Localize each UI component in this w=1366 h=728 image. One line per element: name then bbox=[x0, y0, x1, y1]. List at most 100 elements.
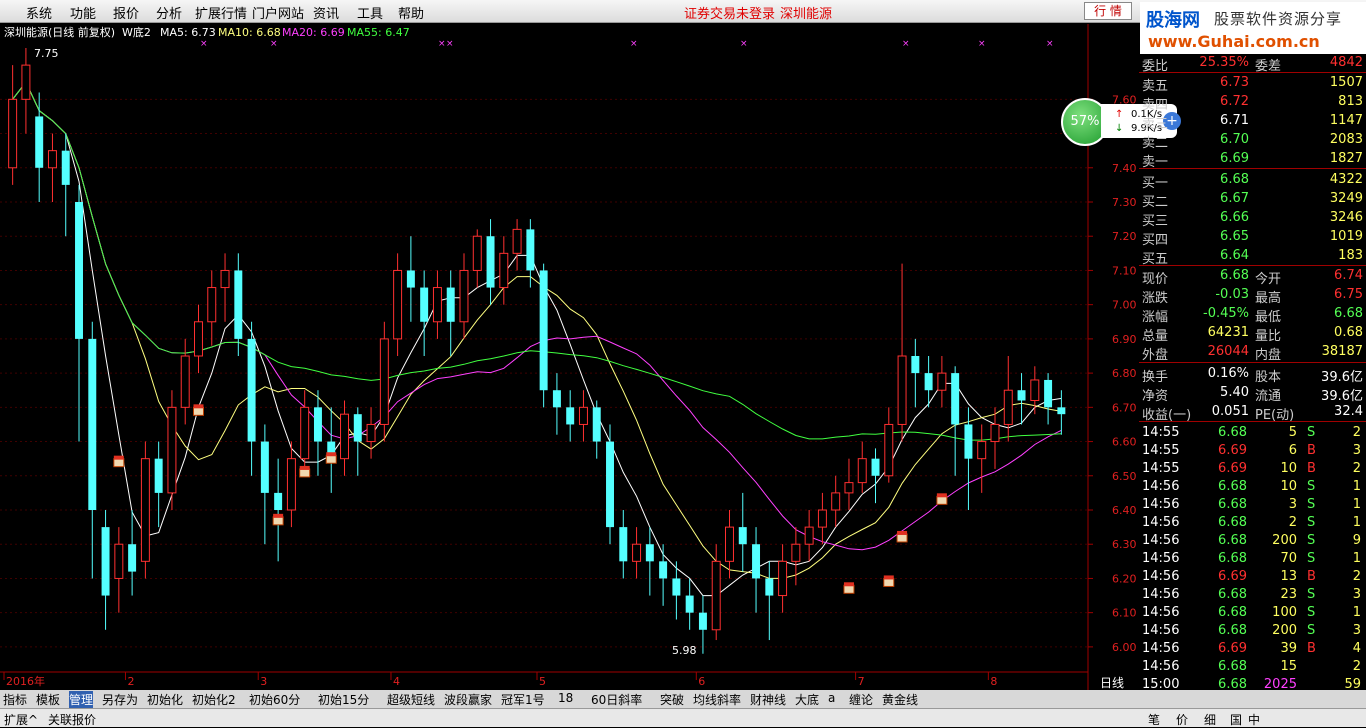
candle-body bbox=[738, 527, 747, 545]
signal-x-icon: × bbox=[902, 39, 910, 49]
candle-body bbox=[578, 406, 588, 425]
y-tick-label: 6.80 bbox=[1112, 367, 1137, 380]
candle-body bbox=[804, 526, 814, 545]
menu-analysis[interactable]: 分析 bbox=[156, 3, 182, 22]
tick-row: 14:56 6.68 100 S 1 bbox=[1139, 604, 1366, 622]
indicator-tab[interactable]: 初始60分 bbox=[249, 691, 300, 708]
status-price-tab[interactable]: 价 bbox=[1176, 711, 1188, 728]
panel-cell: 6.66 bbox=[1220, 210, 1249, 225]
indicator-tab[interactable]: 管理 bbox=[69, 691, 94, 708]
menu-extended[interactable]: 扩展行情 bbox=[195, 3, 247, 22]
indicator-tab[interactable]: 缠论 bbox=[849, 691, 873, 708]
menu-tools[interactable]: 工具 bbox=[357, 3, 383, 22]
panel-cell: 卖二 bbox=[1142, 136, 1169, 151]
signal-marker-icon bbox=[272, 516, 284, 526]
indicator-tab[interactable]: 波段赢家 bbox=[444, 691, 492, 708]
signal-x-icon: × bbox=[1046, 39, 1054, 49]
y-tick-label: 7.20 bbox=[1112, 230, 1137, 243]
panel-cell: S bbox=[1307, 623, 1316, 638]
status-detail-tab[interactable]: 细 bbox=[1204, 711, 1216, 728]
sell-level-row: 卖三 6.71 1147 bbox=[1139, 112, 1366, 132]
linked-quote-button[interactable]: 关联报价 bbox=[48, 711, 96, 728]
expand-toggle[interactable]: 扩展^ bbox=[4, 711, 38, 728]
panel-cell: 2 bbox=[1288, 515, 1297, 530]
panel-cell: 5 bbox=[1288, 425, 1297, 440]
panel-cell: 3 bbox=[1352, 623, 1361, 638]
x-tick-label: 7 bbox=[858, 675, 865, 688]
indicator-tab[interactable]: 均线斜率 bbox=[693, 691, 741, 708]
menu-quote[interactable]: 报价 bbox=[113, 3, 139, 22]
indicator-tab[interactable]: 财神线 bbox=[750, 691, 786, 708]
indicator-tab[interactable]: 初始化2 bbox=[192, 691, 236, 708]
panel-cell: 6.71 bbox=[1220, 113, 1249, 128]
y-tick-label: 6.40 bbox=[1112, 504, 1137, 517]
fundamental-row: 净资 5.40 流通 39.6亿 bbox=[1139, 384, 1366, 404]
panel-cell: 3 bbox=[1288, 497, 1297, 512]
indicator-tab[interactable]: 模板 bbox=[36, 691, 60, 708]
candle-body bbox=[1044, 379, 1053, 408]
panel-cell: 1507 bbox=[1329, 75, 1363, 90]
panel-cell: 14:56 bbox=[1142, 497, 1180, 512]
panel-cell: B bbox=[1307, 461, 1316, 476]
signal-x-icon: × bbox=[630, 39, 638, 49]
candle-body bbox=[645, 544, 654, 562]
indicator-tab[interactable]: 另存为 bbox=[102, 691, 138, 708]
status-bar: 扩展^ 关联报价 笔 价 细 国 中 bbox=[0, 708, 1366, 727]
menu-news[interactable]: 资讯 bbox=[313, 3, 339, 22]
indicator-tab[interactable]: 冠军1号 bbox=[501, 691, 545, 708]
indicator-tab[interactable]: 18 bbox=[558, 691, 573, 705]
time-axis: 2016年 2 3 4 5 6 7 8 bbox=[0, 671, 1088, 688]
signal-marker-icon bbox=[113, 458, 125, 468]
candle-body bbox=[353, 414, 362, 442]
signal-markers: × × × × × × × × × bbox=[113, 39, 1054, 594]
panel-cell: 6.68 bbox=[1218, 497, 1247, 512]
logo-url: www.Guhai.com.cn bbox=[1148, 32, 1320, 51]
signal-marker-roof bbox=[326, 452, 337, 457]
logo-name: 股海网 bbox=[1146, 10, 1200, 31]
candle-body bbox=[990, 423, 1000, 443]
period-label[interactable]: 日线 bbox=[1100, 676, 1124, 690]
signal-marker-icon bbox=[936, 495, 948, 505]
indicator-tab[interactable]: 突破 bbox=[660, 691, 684, 708]
logo-slogan: 股票软件资源分享 bbox=[1214, 10, 1343, 28]
panel-cell: 6.68 bbox=[1218, 479, 1247, 494]
indicator-tab[interactable]: 黄金线 bbox=[882, 691, 918, 708]
candle-body bbox=[472, 235, 482, 271]
y-tick-label: 6.90 bbox=[1112, 333, 1137, 346]
indicator-tab[interactable]: 初始15分 bbox=[318, 691, 369, 708]
menu-help[interactable]: 帮助 bbox=[398, 3, 424, 22]
signal-x-icon: × bbox=[446, 39, 454, 49]
stat-row: 涨跌 -0.03 最高 6.75 bbox=[1139, 286, 1366, 306]
indicator-tab[interactable]: a bbox=[828, 691, 835, 705]
candle-body bbox=[884, 423, 894, 477]
buy-level-row: 买一 6.68 4322 bbox=[1139, 171, 1366, 191]
signal-marker-icon bbox=[192, 406, 204, 416]
fundamental-row: 收益(一) 0.051 PE(动) 32.4 bbox=[1139, 403, 1366, 423]
panel-cell: 14:56 bbox=[1142, 533, 1180, 548]
panel-cell: 1 bbox=[1352, 605, 1361, 620]
indicator-tab[interactable]: 初始化 bbox=[147, 691, 183, 708]
panel-cell: 0.051 bbox=[1211, 404, 1249, 419]
status-ime-2[interactable]: 中 bbox=[1248, 711, 1260, 728]
panel-divider bbox=[1139, 72, 1366, 73]
candle-body bbox=[234, 270, 243, 339]
candle-body bbox=[1057, 407, 1066, 415]
menu-system[interactable]: 系统 bbox=[26, 3, 52, 22]
indicator-tab[interactable]: 超级短线 bbox=[387, 691, 435, 708]
y-tick-label: 7.00 bbox=[1112, 299, 1137, 312]
tick-row: 14:56 6.69 39 B 4 bbox=[1139, 640, 1366, 658]
candle-body bbox=[406, 270, 415, 288]
indicator-tab[interactable]: 60日斜率 bbox=[591, 691, 642, 708]
kline-chart[interactable]: 7.607.507.407.307.207.107.006.906.806.70… bbox=[0, 24, 1139, 690]
indicator-tab[interactable]: 指标 bbox=[3, 691, 27, 708]
status-tick-tab[interactable]: 笔 bbox=[1148, 711, 1160, 728]
stat-row: 总量 64231 量比 0.68 bbox=[1139, 324, 1366, 344]
menu-function[interactable]: 功能 bbox=[70, 3, 96, 22]
quote-button[interactable]: 行 情 bbox=[1084, 2, 1132, 20]
indicator-tab[interactable]: 大底 bbox=[795, 691, 819, 708]
panel-cell: B bbox=[1307, 641, 1316, 656]
panel-cell: 100 bbox=[1272, 605, 1297, 620]
menu-portal[interactable]: 门户网站 bbox=[252, 3, 304, 22]
buy-level-row: 买二 6.67 3249 bbox=[1139, 190, 1366, 210]
status-ime-1[interactable]: 国 bbox=[1230, 711, 1242, 728]
